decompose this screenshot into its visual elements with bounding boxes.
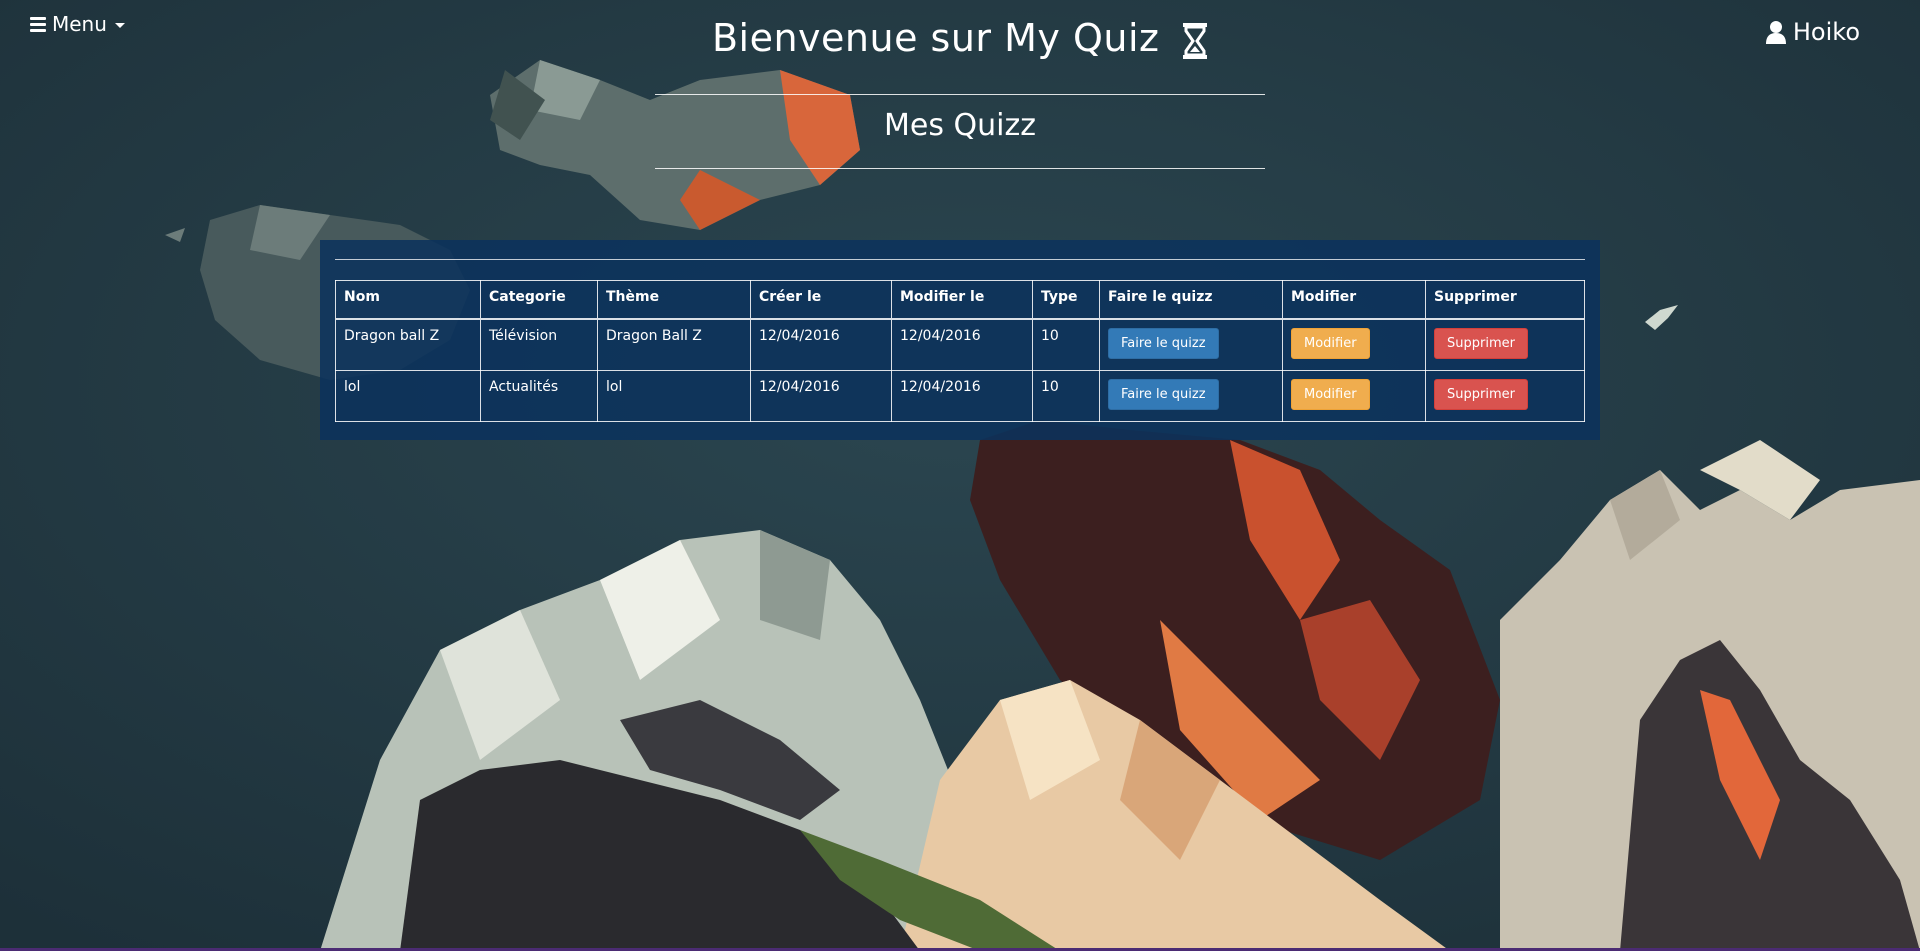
hourglass-icon <box>1183 22 1208 59</box>
cell-categorie: Actualités <box>480 370 598 422</box>
cell-theme: lol <box>597 370 751 422</box>
page-title-text: Bienvenue sur My Quiz <box>711 16 1160 60</box>
cell-delete: Supprimer <box>1425 370 1585 422</box>
quiz-panel: Nom Categorie Thème Créer le Modifier le… <box>320 240 1600 440</box>
col-cree-le: Créer le <box>750 280 892 320</box>
cell-cree-le: 12/04/2016 <box>750 318 892 371</box>
table-row: Dragon ball Z Télévision Dragon Ball Z 1… <box>335 318 1585 371</box>
cell-type: 10 <box>1032 370 1100 422</box>
col-theme: Thème <box>597 280 751 320</box>
cell-modifie-le: 12/04/2016 <box>891 370 1033 422</box>
table-row: lol Actualités lol 12/04/2016 12/04/2016… <box>335 370 1585 422</box>
cell-theme: Dragon Ball Z <box>597 318 751 371</box>
edit-quiz-button[interactable]: Modifier <box>1291 379 1370 410</box>
cell-play: Faire le quizz <box>1099 318 1283 371</box>
page: Menu Hoiko Bienvenue sur My Quiz Mes Qui… <box>0 0 1920 951</box>
col-modifie-le: Modifier le <box>891 280 1033 320</box>
cell-edit: Modifier <box>1282 370 1426 422</box>
cell-nom: lol <box>335 370 481 422</box>
cell-play: Faire le quizz <box>1099 370 1283 422</box>
col-categorie: Categorie <box>480 280 598 320</box>
cell-categorie: Télévision <box>480 318 598 371</box>
col-nom: Nom <box>335 280 481 320</box>
table-header-row: Nom Categorie Thème Créer le Modifier le… <box>335 280 1585 320</box>
cell-modifie-le: 12/04/2016 <box>891 318 1033 371</box>
cell-type: 10 <box>1032 318 1100 371</box>
page-title: Bienvenue sur My Quiz <box>0 16 1920 60</box>
cell-edit: Modifier <box>1282 318 1426 371</box>
cell-delete: Supprimer <box>1425 318 1585 371</box>
play-quiz-button[interactable]: Faire le quizz <box>1108 379 1219 410</box>
edit-quiz-button[interactable]: Modifier <box>1291 328 1370 359</box>
quiz-table: Nom Categorie Thème Créer le Modifier le… <box>335 280 1585 422</box>
title-rule-bottom <box>655 168 1265 169</box>
section-title: Mes Quizz <box>884 108 1036 143</box>
panel-divider <box>335 259 1585 260</box>
play-quiz-button[interactable]: Faire le quizz <box>1108 328 1219 359</box>
col-supprimer: Supprimer <box>1425 280 1585 320</box>
title-rule-top <box>655 94 1265 95</box>
cell-cree-le: 12/04/2016 <box>750 370 892 422</box>
col-faire-le-quizz: Faire le quizz <box>1099 280 1283 320</box>
cell-nom: Dragon ball Z <box>335 318 481 371</box>
delete-quiz-button[interactable]: Supprimer <box>1434 379 1528 410</box>
col-modifier: Modifier <box>1282 280 1426 320</box>
delete-quiz-button[interactable]: Supprimer <box>1434 328 1528 359</box>
col-type: Type <box>1032 280 1100 320</box>
